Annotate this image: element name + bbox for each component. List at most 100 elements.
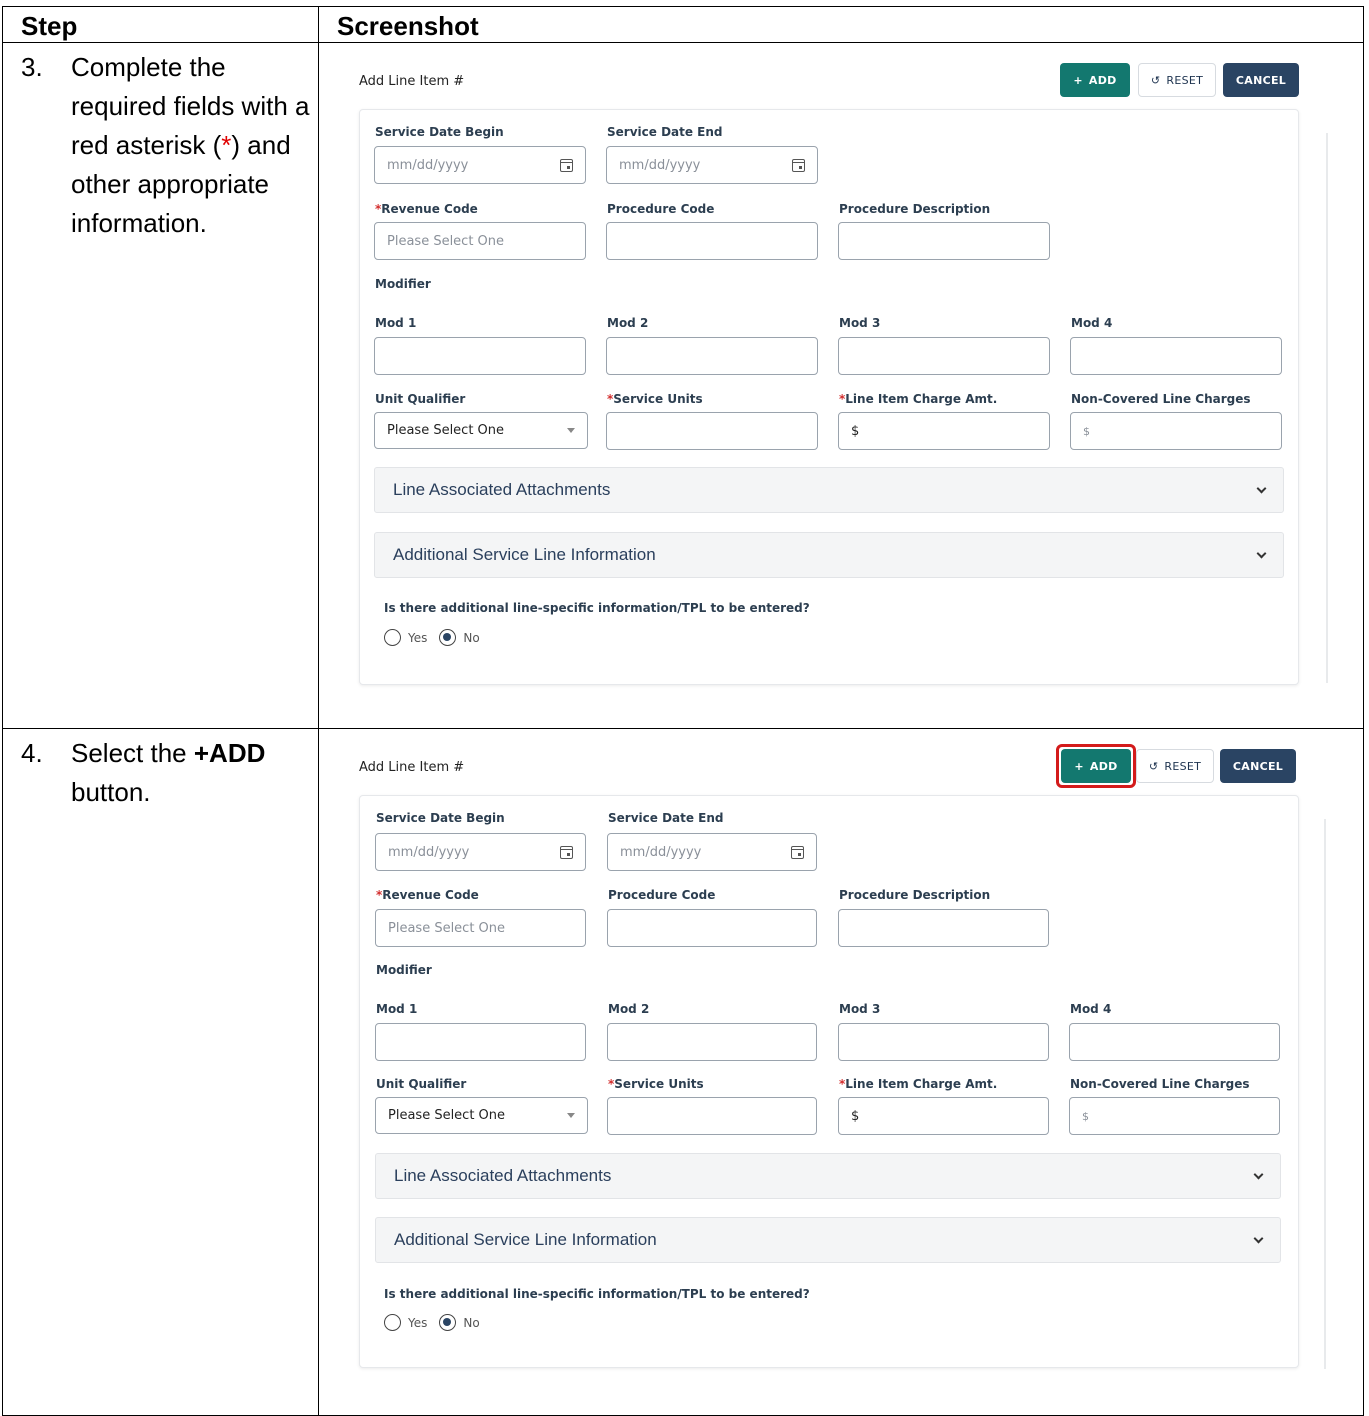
mod4-input[interactable] <box>1070 337 1282 375</box>
label-unit-qualifier: Unit Qualifier <box>375 392 466 406</box>
radio-no[interactable] <box>439 629 457 646</box>
caret-down-icon <box>567 1113 575 1118</box>
line-item-charge-amt-input[interactable]: $ <box>838 1097 1049 1135</box>
plus-icon: + <box>1074 759 1084 773</box>
step-text: Complete the required fields with a red … <box>71 52 310 238</box>
reset-icon: ↺ <box>1148 759 1159 773</box>
non-covered-line-charges-input[interactable]: $ <box>1070 412 1282 450</box>
accordion-line-associated-attachments[interactable]: Line Associated Attachments <box>375 1153 1281 1199</box>
revenue-code-input[interactable]: Please Select One <box>375 909 586 947</box>
label-mod1: Mod 1 <box>376 1002 418 1016</box>
tpl-question: Is there additional line-specific inform… <box>384 601 810 615</box>
procedure-description-input[interactable] <box>838 909 1049 947</box>
add-button[interactable]: + ADD <box>1060 63 1130 97</box>
scroll-track <box>1326 133 1328 683</box>
service-date-end-input[interactable]: mm/dd/yyyy <box>606 146 818 184</box>
radio-no-label: No <box>463 630 480 645</box>
screenshot-step-3: Add Line Item # + ADD ↺ RESET CANCEL Servi… <box>318 42 1364 729</box>
mod3-input[interactable] <box>838 337 1050 375</box>
line-item-charge-amt-input[interactable]: $ <box>838 412 1050 450</box>
radio-yes-label: Yes <box>408 630 428 645</box>
service-units-input[interactable] <box>606 412 818 450</box>
step-text: Select the +ADD button. <box>71 738 266 807</box>
caret-down-icon <box>567 428 575 433</box>
service-date-end-input[interactable]: mm/dd/yyyy <box>607 833 817 871</box>
label-modifier: Modifier <box>375 277 431 291</box>
chevron-down-icon <box>1256 483 1267 493</box>
calendar-icon[interactable] <box>792 158 805 172</box>
procedure-code-input[interactable] <box>606 222 818 260</box>
label-non-covered-line-charges: Non-Covered Line Charges <box>1071 392 1251 406</box>
label-service-date-end: Service Date End <box>608 811 724 825</box>
chevron-down-icon <box>1253 1233 1264 1243</box>
service-date-begin-input[interactable]: mm/dd/yyyy <box>374 146 586 184</box>
label-service-units: *Service Units <box>608 1077 704 1091</box>
cancel-button[interactable]: CANCEL <box>1223 63 1299 97</box>
radio-yes[interactable] <box>384 1314 401 1331</box>
screenshot-step-4: Add Line Item # + ADD ↺ RESET CANCEL Servi… <box>318 728 1364 1416</box>
tpl-question: Is there additional line-specific inform… <box>384 1287 810 1301</box>
mod1-input[interactable] <box>375 1023 586 1061</box>
label-non-covered-line-charges: Non-Covered Line Charges <box>1070 1077 1250 1091</box>
procedure-code-input[interactable] <box>607 909 817 947</box>
reset-icon: ↺ <box>1150 73 1161 87</box>
form-title: Add Line Item # <box>359 760 465 775</box>
chevron-down-icon <box>1256 548 1267 558</box>
label-mod3: Mod 3 <box>839 1002 881 1016</box>
service-units-input[interactable] <box>607 1097 817 1135</box>
mod2-input[interactable] <box>606 337 818 375</box>
accordion-additional-service-line-information[interactable]: Additional Service Line Information <box>375 1217 1281 1263</box>
step-number: 4. <box>21 738 43 768</box>
label-service-date-begin: Service Date Begin <box>376 811 505 825</box>
radio-no[interactable] <box>439 1314 457 1331</box>
revenue-code-input[interactable]: Please Select One <box>374 222 586 260</box>
step-number: 3. <box>21 52 43 82</box>
service-date-begin-input[interactable]: mm/dd/yyyy <box>375 833 586 871</box>
label-revenue-code: *Revenue Code <box>375 202 478 216</box>
label-procedure-code: Procedure Code <box>607 202 715 216</box>
mod3-input[interactable] <box>838 1023 1049 1061</box>
tpl-radio-group: Yes No <box>384 629 480 646</box>
chevron-down-icon <box>1253 1169 1264 1179</box>
mod1-input[interactable] <box>374 337 586 375</box>
label-procedure-description: Procedure Description <box>839 888 991 902</box>
accordion-additional-service-line-information[interactable]: Additional Service Line Information <box>374 532 1284 578</box>
header-screenshot: Screenshot <box>318 6 1364 43</box>
unit-qualifier-select[interactable]: Please Select One <box>375 1097 588 1134</box>
tpl-radio-group: Yes No <box>384 1314 480 1331</box>
label-mod2: Mod 2 <box>607 316 649 330</box>
radio-yes[interactable] <box>384 629 401 646</box>
label-procedure-description: Procedure Description <box>839 202 991 216</box>
non-covered-line-charges-input[interactable]: $ <box>1069 1097 1280 1135</box>
reset-button[interactable]: ↺ RESET <box>1138 63 1216 97</box>
mod2-input[interactable] <box>607 1023 817 1061</box>
radio-yes-label: Yes <box>408 1315 428 1330</box>
add-button[interactable]: + ADD <box>1061 749 1131 783</box>
label-unit-qualifier: Unit Qualifier <box>376 1077 467 1091</box>
cancel-button[interactable]: CANCEL <box>1220 749 1296 783</box>
scroll-track <box>1324 819 1326 1369</box>
accordion-line-associated-attachments[interactable]: Line Associated Attachments <box>374 467 1284 513</box>
plus-icon: + <box>1073 73 1083 87</box>
instruction-table: Step Screenshot 3. Complete the required… <box>2 6 1364 1416</box>
header-step: Step <box>2 6 319 43</box>
reset-button[interactable]: ↺ RESET <box>1136 749 1214 783</box>
label-mod3: Mod 3 <box>839 316 881 330</box>
label-service-date-begin: Service Date Begin <box>375 125 504 139</box>
label-service-units: *Service Units <box>607 392 703 406</box>
unit-qualifier-select[interactable]: Please Select One <box>374 412 588 449</box>
label-service-date-end: Service Date End <box>607 125 723 139</box>
label-revenue-code: *Revenue Code <box>376 888 479 902</box>
radio-no-label: No <box>463 1315 480 1330</box>
procedure-description-input[interactable] <box>838 222 1050 260</box>
calendar-icon[interactable] <box>560 845 573 859</box>
step-3-cell: 3. Complete the required fields with a r… <box>2 42 319 729</box>
label-procedure-code: Procedure Code <box>608 888 716 902</box>
calendar-icon[interactable] <box>560 158 573 172</box>
mod4-input[interactable] <box>1069 1023 1280 1061</box>
label-line-item-charge-amt: *Line Item Charge Amt. <box>839 392 998 406</box>
label-line-item-charge-amt: *Line Item Charge Amt. <box>839 1077 998 1091</box>
calendar-icon[interactable] <box>791 845 804 859</box>
step-4-cell: 4. Select the +ADD button. <box>2 728 319 1416</box>
form-title: Add Line Item # <box>359 74 465 89</box>
